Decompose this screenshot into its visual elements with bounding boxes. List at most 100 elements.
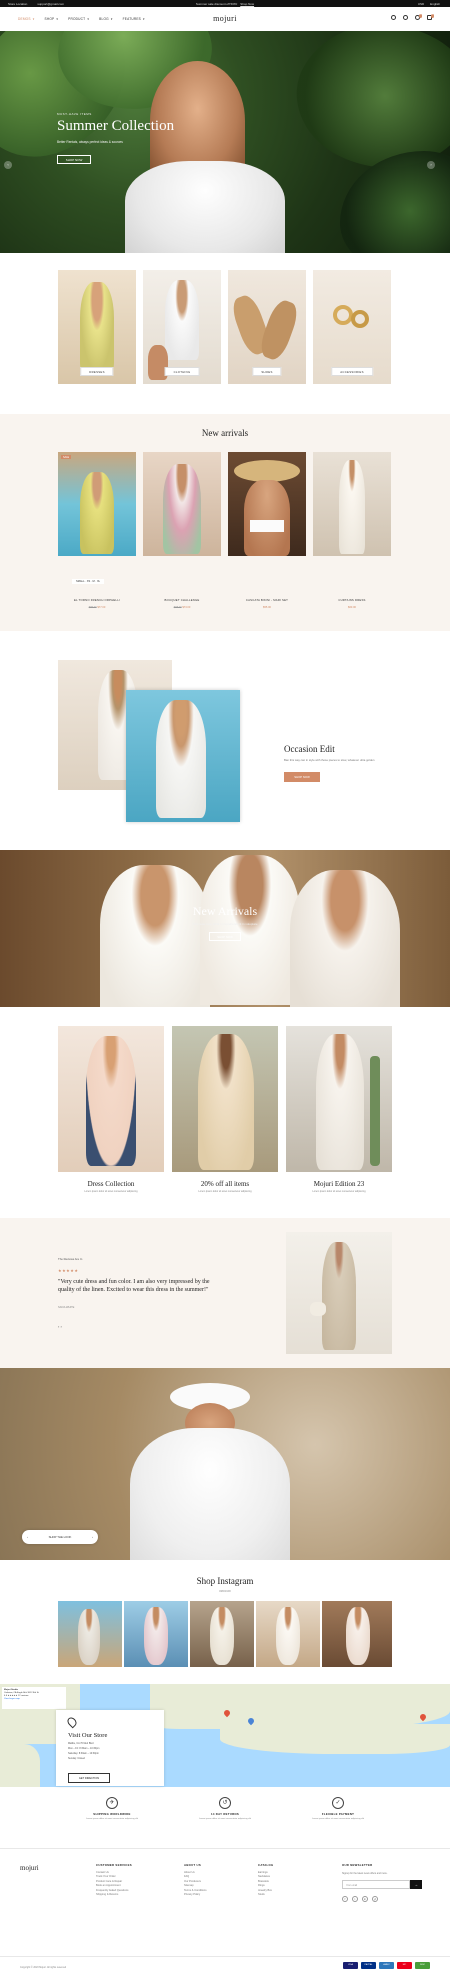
feature-payment: ✓ FLEXIBLE PAYMENT Lorem ipsum dolor sit… — [283, 1797, 393, 1821]
collection-title[interactable]: 20% off all items — [172, 1180, 278, 1188]
instagram-post[interactable] — [322, 1601, 392, 1667]
store-title: Visit Our Store — [68, 1732, 108, 1739]
discover-icon: DISC — [415, 1962, 430, 1969]
instagram-subtitle: #MOJURI — [219, 1590, 231, 1593]
model-image — [290, 870, 400, 1007]
collection-card[interactable] — [286, 1026, 392, 1172]
bag-image — [310, 1302, 326, 1316]
hero-shop-button[interactable]: SHOP NOW — [57, 155, 91, 164]
sale-price: $73.00 — [182, 606, 191, 609]
footer-column-customer-services: CUSTOMER SERVICES Contact Us Track Your … — [96, 1863, 132, 1897]
product-card[interactable] — [228, 452, 306, 556]
store-hours: Mon – Fri: 8:30am – 10:30pm — [68, 1747, 100, 1750]
product-image — [163, 464, 201, 554]
hat-image — [234, 460, 300, 482]
footer-column-title: CUSTOMER SERVICES — [96, 1863, 132, 1867]
chevron-right-icon[interactable]: › — [92, 1535, 93, 1539]
social-links: f t in yt — [342, 1896, 378, 1902]
currency-selector[interactable]: USD — [418, 2, 424, 6]
category-card-shoes[interactable]: SHOES — [228, 270, 306, 384]
hero-title: Summer Collection — [57, 118, 175, 134]
category-image — [165, 280, 199, 360]
hero-prev-button[interactable]: ‹ — [4, 161, 12, 169]
new-arrivals-banner — [0, 850, 450, 1007]
collection-description: Lorem ipsum dolor sit amet consectetur a… — [312, 1190, 366, 1193]
instagram-post[interactable] — [58, 1601, 122, 1667]
collection-image — [316, 1034, 364, 1170]
get-direction-button[interactable]: GET DIRECTION — [68, 1773, 110, 1783]
collection-image — [86, 1036, 136, 1166]
category-card-dresses[interactable]: DRESSES — [58, 270, 136, 384]
product-card[interactable] — [313, 452, 391, 556]
twitter-icon[interactable]: t — [352, 1896, 358, 1902]
category-label: DRESSES — [80, 367, 114, 376]
footer-newsletter: OUR NEWSLETTER — [342, 1863, 372, 1871]
shop-the-look-pill[interactable]: ‹ SHOP THE LOOK › — [22, 1530, 98, 1544]
category-image — [80, 282, 114, 372]
footer-column-about: ABOUT US About Us FAQ Our Producers Site… — [184, 1863, 207, 1897]
newsletter-description: Signup for the latest news offers and mo… — [342, 1872, 388, 1875]
footer-link[interactable]: Studs — [258, 1893, 274, 1897]
paypal-icon: PAYPAL — [361, 1962, 376, 1969]
footer-link[interactable]: Privacy Policy — [184, 1893, 207, 1897]
copyright-text: Copyright © 2023 Mojuri. All rights rese… — [20, 1966, 67, 1969]
collection-card[interactable] — [58, 1026, 164, 1172]
product-card[interactable] — [143, 452, 221, 556]
shop-the-look-label: SHOP THE LOOK — [48, 1535, 72, 1539]
wishlist-icon[interactable]: 0 — [415, 14, 422, 20]
product-price: $63.00 — [313, 606, 391, 609]
product-name[interactable]: CURTAINS DRESS — [313, 598, 391, 602]
product-price: $55.00 — [228, 606, 306, 609]
bikini-image — [250, 520, 284, 532]
product-name[interactable]: CASCATA BIKINI - MARI SET — [228, 598, 306, 602]
cactus-image — [370, 1056, 380, 1166]
sale-price: $77.00 — [97, 606, 106, 609]
occasion-shop-button[interactable]: SHOP NOW — [284, 772, 320, 782]
instagram-title: Shop Instagram — [196, 1576, 254, 1586]
instagram-icon[interactable]: in — [362, 1896, 368, 1902]
product-name[interactable]: EL TORNO FRENCH ORPHELLI — [58, 598, 136, 602]
post-image — [276, 1607, 300, 1665]
account-icon[interactable] — [403, 15, 408, 20]
payment-icon: ✓ — [332, 1797, 344, 1809]
collection-image — [198, 1034, 254, 1170]
product-card[interactable]: SALE — [58, 452, 136, 556]
youtube-icon[interactable]: yt — [372, 1896, 378, 1902]
post-image — [144, 1607, 168, 1665]
product-name[interactable]: BOUQUET CHALLENGE — [143, 598, 221, 602]
chevron-left-icon[interactable]: ‹ — [27, 1535, 28, 1539]
product-image — [80, 472, 114, 554]
footer-logo[interactable]: mojuri — [20, 1864, 39, 1872]
instagram-post[interactable] — [190, 1601, 254, 1667]
facebook-icon[interactable]: f — [342, 1896, 348, 1902]
size-options[interactable]: SMALL · XS · M · XL — [72, 579, 105, 585]
model-image — [100, 865, 210, 1007]
testimonial-nav[interactable]: ‹ › — [58, 1324, 62, 1329]
instagram-post[interactable] — [124, 1601, 188, 1667]
category-card-clothing[interactable]: CLOTHING — [143, 270, 221, 384]
announcement-link[interactable]: Shop Now — [240, 2, 254, 6]
collection-card[interactable] — [172, 1026, 278, 1172]
footer-link[interactable]: Shipping & Returns — [96, 1893, 132, 1897]
footer-column-title: ABOUT US — [184, 1863, 202, 1867]
store-address: Malibu, CA 70 Meri Blvd — [68, 1742, 94, 1745]
language-selector[interactable]: English — [430, 2, 440, 6]
search-icon[interactable] — [391, 15, 396, 20]
collection-title[interactable]: Dress Collection — [58, 1180, 164, 1188]
hero-next-button[interactable]: › — [427, 161, 435, 169]
instagram-post[interactable] — [256, 1601, 320, 1667]
site-logo[interactable]: mojuri — [0, 14, 450, 23]
category-card-accessories[interactable]: ACCESSORIES — [313, 270, 391, 384]
site-header: DEMOS ▾ SHOP ▾ PRODUCT ▾ BLOG ▾ FEATURES ▾ mo… — [0, 7, 450, 31]
newsletter-email-input[interactable]: Your email — [342, 1880, 410, 1889]
occasion-description: Ban this way can in style with those pie… — [284, 758, 375, 762]
cart-icon[interactable]: 0 — [427, 14, 434, 20]
banner2-shop-button[interactable]: SHOP NOW — [209, 932, 241, 941]
old-price: $98.00 — [173, 606, 182, 609]
collection-title[interactable]: Mojuri Edition 23 — [286, 1180, 392, 1188]
sale-badge: SALE — [61, 455, 72, 460]
map-info-link[interactable]: View larger map — [4, 1698, 64, 1701]
post-image — [78, 1609, 100, 1665]
store-hours: Sunday: Closed — [68, 1757, 85, 1760]
newsletter-submit-button[interactable]: → — [410, 1880, 422, 1889]
